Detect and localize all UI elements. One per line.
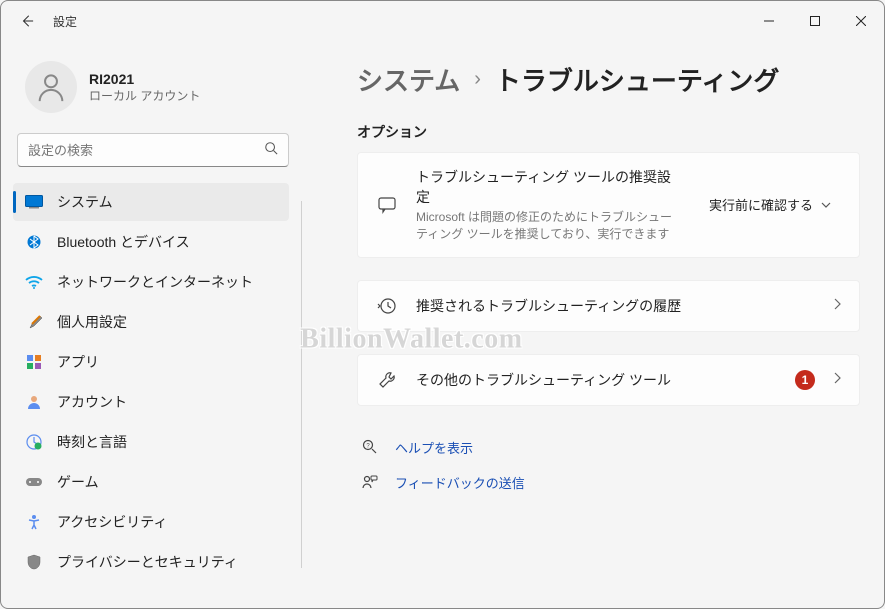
shield-icon	[25, 553, 43, 571]
system-icon	[25, 193, 43, 211]
nav-item-accessibility[interactable]: アクセシビリティ	[13, 503, 289, 541]
nav-list: システム Bluetooth とデバイス ネットワークとインターネット 個人用設…	[13, 183, 301, 581]
person-icon	[34, 70, 68, 104]
search-input[interactable]	[28, 143, 264, 158]
card-title: その他のトラブルシューティング ツール	[416, 370, 777, 390]
breadcrumb: システム › トラブルシューティング	[357, 61, 860, 98]
close-button[interactable]	[838, 5, 884, 37]
dropdown-label: 実行前に確認する	[709, 195, 813, 214]
card-subtitle: Microsoft は問題の修正のためにトラブルシューティング ツールを推奨して…	[416, 209, 681, 243]
nav-item-privacy[interactable]: プライバシーとセキュリティ	[13, 543, 289, 581]
account-icon	[25, 393, 43, 411]
card-title: トラブルシューティング ツールの推奨設定	[416, 167, 681, 207]
user-account-type: ローカル アカウント	[89, 87, 200, 104]
nav-item-network[interactable]: ネットワークとインターネット	[13, 263, 289, 301]
section-label-options: オプション	[357, 122, 860, 142]
apps-icon	[25, 353, 43, 371]
clock-globe-icon	[25, 433, 43, 451]
nav-item-accounts[interactable]: アカウント	[13, 383, 289, 421]
maximize-button[interactable]	[792, 5, 838, 37]
card-title: 推奨されるトラブルシューティングの履歴	[416, 296, 815, 316]
nav-label: システム	[57, 192, 113, 212]
maximize-icon	[810, 16, 820, 26]
nav-label: 時刻と言語	[57, 432, 127, 452]
link-text: フィードバックの送信	[395, 473, 525, 492]
notification-badge: 1	[795, 370, 815, 390]
divider	[301, 201, 302, 568]
main-content: システム › トラブルシューティング オプション トラブルシューティング ツール…	[301, 41, 884, 608]
card-history[interactable]: 推奨されるトラブルシューティングの履歴	[357, 280, 860, 332]
dropdown-run-mode[interactable]: 実行前に確認する	[699, 189, 841, 220]
link-text: ヘルプを表示	[395, 438, 473, 457]
feedback-icon	[361, 473, 379, 491]
sidebar: RI2021 ローカル アカウント システム Bluetooth とデバイス ネ…	[1, 41, 301, 608]
nav-label: アプリ	[57, 352, 99, 372]
nav-item-time-language[interactable]: 時刻と言語	[13, 423, 289, 461]
avatar	[25, 61, 77, 113]
user-block[interactable]: RI2021 ローカル アカウント	[13, 53, 301, 133]
nav-item-gaming[interactable]: ゲーム	[13, 463, 289, 501]
arrow-left-icon	[20, 14, 34, 28]
minimize-button[interactable]	[746, 5, 792, 37]
nav-label: アクセシビリティ	[57, 512, 167, 532]
chevron-right-icon	[833, 297, 841, 315]
nav-label: ネットワークとインターネット	[57, 272, 253, 292]
wrench-icon	[376, 369, 398, 391]
card-other-tools[interactable]: その他のトラブルシューティング ツール 1	[357, 354, 860, 406]
close-icon	[856, 16, 866, 26]
brush-icon	[25, 313, 43, 331]
nav-item-bluetooth[interactable]: Bluetooth とデバイス	[13, 223, 289, 261]
nav-item-personalization[interactable]: 個人用設定	[13, 303, 289, 341]
chevron-down-icon	[821, 202, 831, 208]
nav-label: アカウント	[57, 392, 127, 412]
link-feedback[interactable]: フィードバックの送信	[357, 465, 860, 500]
window-title: 設定	[53, 13, 77, 30]
nav-item-system[interactable]: システム	[13, 183, 289, 221]
minimize-icon	[764, 16, 774, 26]
chevron-right-icon	[833, 371, 841, 389]
nav-label: Bluetooth とデバイス	[57, 232, 190, 252]
chevron-right-icon: ›	[474, 68, 481, 91]
titlebar: 設定	[1, 1, 884, 41]
gamepad-icon	[25, 473, 43, 491]
nav-label: ゲーム	[57, 472, 99, 492]
chat-icon	[376, 194, 398, 216]
link-help[interactable]: ? ヘルプを表示	[357, 430, 860, 465]
nav-label: 個人用設定	[57, 312, 127, 332]
card-recommended-settings[interactable]: トラブルシューティング ツールの推奨設定 Microsoft は問題の修正のため…	[357, 152, 860, 258]
search-icon	[264, 141, 278, 160]
history-icon	[376, 295, 398, 317]
breadcrumb-parent[interactable]: システム	[357, 61, 460, 98]
search-box[interactable]	[17, 133, 289, 167]
bluetooth-icon	[25, 233, 43, 251]
nav-item-apps[interactable]: アプリ	[13, 343, 289, 381]
wifi-icon	[25, 273, 43, 291]
help-icon: ?	[361, 438, 379, 456]
back-button[interactable]	[17, 11, 37, 31]
breadcrumb-current: トラブルシューティング	[495, 61, 779, 98]
accessibility-icon	[25, 513, 43, 531]
user-name: RI2021	[89, 71, 200, 87]
nav-label: プライバシーとセキュリティ	[57, 552, 238, 572]
